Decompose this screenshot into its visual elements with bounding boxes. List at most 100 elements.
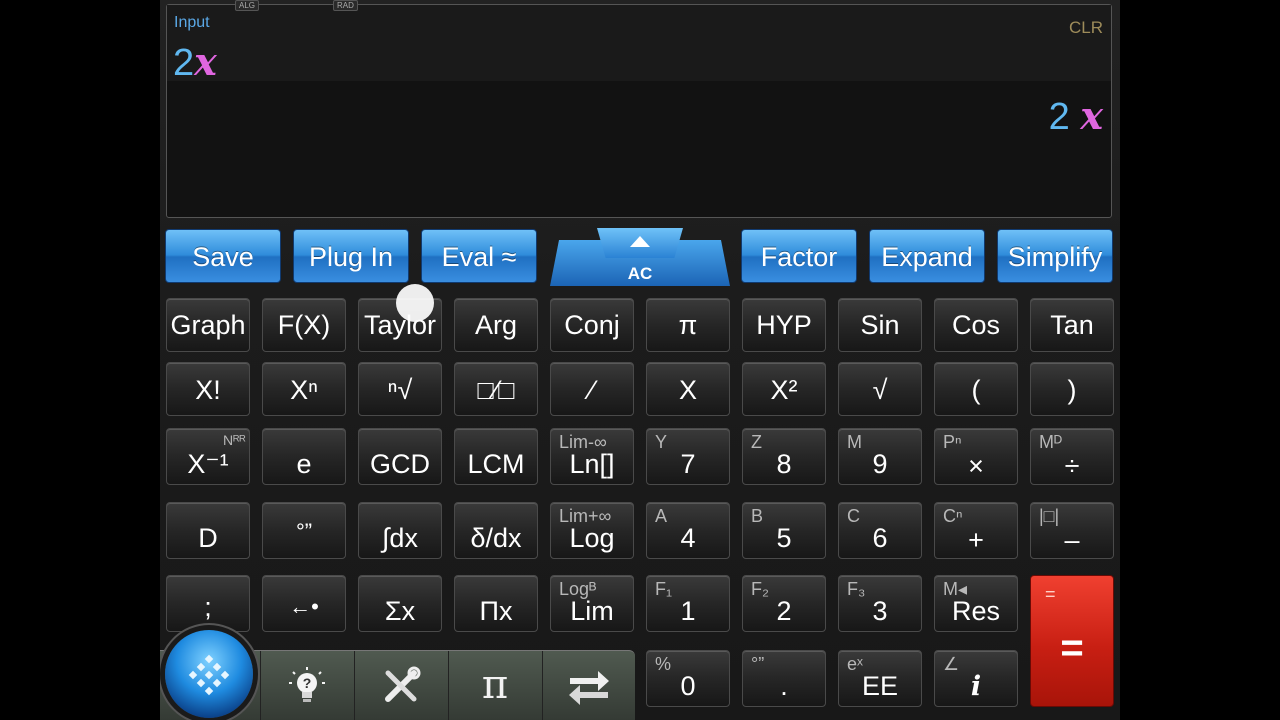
plus-key[interactable]: Cⁿ + [934, 502, 1018, 559]
grid-icon [188, 654, 230, 696]
digit-0-key[interactable]: % 0 [646, 650, 730, 707]
expand-button[interactable]: Expand [869, 229, 985, 283]
digit-7-key[interactable]: Y7 [646, 428, 730, 485]
digit-5-key[interactable]: B5 [742, 502, 826, 559]
cos-key[interactable]: Cos [934, 298, 1018, 352]
equals-key[interactable]: = = [1030, 575, 1114, 707]
decimal-key[interactable]: °”. [742, 650, 826, 707]
key-label: = [1060, 626, 1084, 670]
key-label: X⁻¹ [187, 449, 229, 479]
key-label: 6 [872, 523, 888, 553]
ac-button[interactable]: AC [550, 228, 730, 286]
backspace-key[interactable]: ←• [262, 575, 346, 632]
log-key[interactable]: Lim+∞ Log [550, 502, 634, 559]
key-label: 3 [872, 596, 888, 626]
pi-key[interactable]: π [646, 298, 730, 352]
digit-8-key[interactable]: Z8 [742, 428, 826, 485]
constants-button[interactable]: π [448, 651, 542, 720]
display-panel: ALG RAD Input CLR 2x 2 x [166, 0, 1112, 218]
digit-3-key[interactable]: F₃ 3 [838, 575, 922, 632]
mixed-fraction-key[interactable]: □⁄□ [454, 362, 538, 416]
angle-tag: RAD [333, 0, 358, 11]
gcd-key[interactable]: GCD [358, 428, 442, 485]
input-label: Input [174, 14, 210, 31]
separator-key[interactable]: ; [166, 575, 250, 632]
key-label: Tan [1050, 310, 1094, 340]
factorial-key[interactable]: X! [166, 362, 250, 416]
simplify-button[interactable]: Simplify [997, 229, 1113, 283]
product-key[interactable]: Πx [454, 575, 538, 632]
inverse-key[interactable]: Nᴿᴿ X⁻¹ [166, 428, 250, 485]
ln-key[interactable]: Lim-∞ Ln[] [550, 428, 634, 485]
key-sublabel: Mᴰ [1039, 432, 1063, 452]
multiply-key[interactable]: Pⁿ × [934, 428, 1018, 485]
hyp-key[interactable]: HYP [742, 298, 826, 352]
key-sublabel: Cⁿ [943, 506, 963, 526]
digit-1-key[interactable]: F₁ 1 [646, 575, 730, 632]
clear-button[interactable]: CLR [1069, 18, 1103, 38]
lcm-key[interactable]: LCM [454, 428, 538, 485]
result-number: 2 [1048, 96, 1070, 138]
key-sublabel: |□| [1039, 506, 1060, 526]
calculator-app: ALG RAD Input CLR 2x 2 x Save Plug In Ev… [160, 0, 1120, 720]
digit-4-key[interactable]: A4 [646, 502, 730, 559]
derivative-key[interactable]: δ/dx [454, 502, 538, 559]
power-n-key[interactable]: Xⁿ [262, 362, 346, 416]
d-key[interactable]: D [166, 502, 250, 559]
lim-key[interactable]: Logᴮ Lim [550, 575, 634, 632]
square-key[interactable]: X² [742, 362, 826, 416]
key-label: 5 [776, 523, 792, 553]
ac-label: AC [627, 264, 653, 283]
sum-key[interactable]: Σx [358, 575, 442, 632]
nth-root-key[interactable]: ⁿ√ [358, 362, 442, 416]
switch-button[interactable] [542, 651, 636, 720]
eval-button[interactable]: Eval ≈ [421, 229, 537, 283]
integral-key[interactable]: ∫dx [358, 502, 442, 559]
key-label: 8 [776, 449, 792, 479]
plug-in-button[interactable]: Plug In [293, 229, 409, 283]
key-label: X² [770, 375, 798, 405]
input-expression[interactable]: 2x [173, 39, 217, 85]
key-sublabel: ∠ [943, 654, 960, 674]
key-label: e [296, 449, 312, 479]
key-label: π [678, 310, 698, 340]
key-label: X [678, 375, 697, 405]
key-label: GCD [370, 449, 430, 479]
save-button[interactable]: Save [165, 229, 281, 283]
key-label: Cos [951, 310, 1000, 340]
hint-button[interactable]: ? [260, 651, 354, 720]
key-sublabel: F₁ [655, 579, 673, 599]
fx-key[interactable]: F(X) [262, 298, 346, 352]
key-label: 7 [680, 449, 696, 479]
divide-key[interactable]: Mᴰ ÷ [1030, 428, 1114, 485]
touch-indicator [396, 284, 434, 322]
fraction-key[interactable]: ⁄ [550, 362, 634, 416]
imaginary-key[interactable]: ∠ i [934, 650, 1018, 707]
arg-key[interactable]: Arg [454, 298, 538, 352]
key-sublabel: B [751, 506, 764, 526]
digit-9-key[interactable]: M9 [838, 428, 922, 485]
tools-icon [385, 666, 421, 702]
sin-key[interactable]: Sin [838, 298, 922, 352]
settings-button[interactable] [354, 651, 448, 720]
close-paren-key[interactable]: ) [1030, 362, 1114, 416]
result-key[interactable]: M◂ Res [934, 575, 1018, 632]
sqrt-key[interactable]: √ [838, 362, 922, 416]
conj-key[interactable]: Conj [550, 298, 634, 352]
graph-key[interactable]: Graph [166, 298, 250, 352]
ee-key[interactable]: eˣ EE [838, 650, 922, 707]
degree-key[interactable]: °” [262, 502, 346, 559]
variable-x-key[interactable]: X [646, 362, 730, 416]
open-paren-key[interactable]: ( [934, 362, 1018, 416]
tan-key[interactable]: Tan [1030, 298, 1114, 352]
key-label: °” [295, 519, 313, 544]
e-key[interactable]: e [262, 428, 346, 485]
factor-button[interactable]: Factor [741, 229, 857, 283]
minus-key[interactable]: |□| – [1030, 502, 1114, 559]
menu-button[interactable] [165, 630, 253, 718]
key-label: Graph [170, 310, 246, 340]
digit-2-key[interactable]: F₂ 2 [742, 575, 826, 632]
key-label: Σx [384, 596, 416, 626]
key-label: 2 [776, 596, 792, 626]
digit-6-key[interactable]: C6 [838, 502, 922, 559]
